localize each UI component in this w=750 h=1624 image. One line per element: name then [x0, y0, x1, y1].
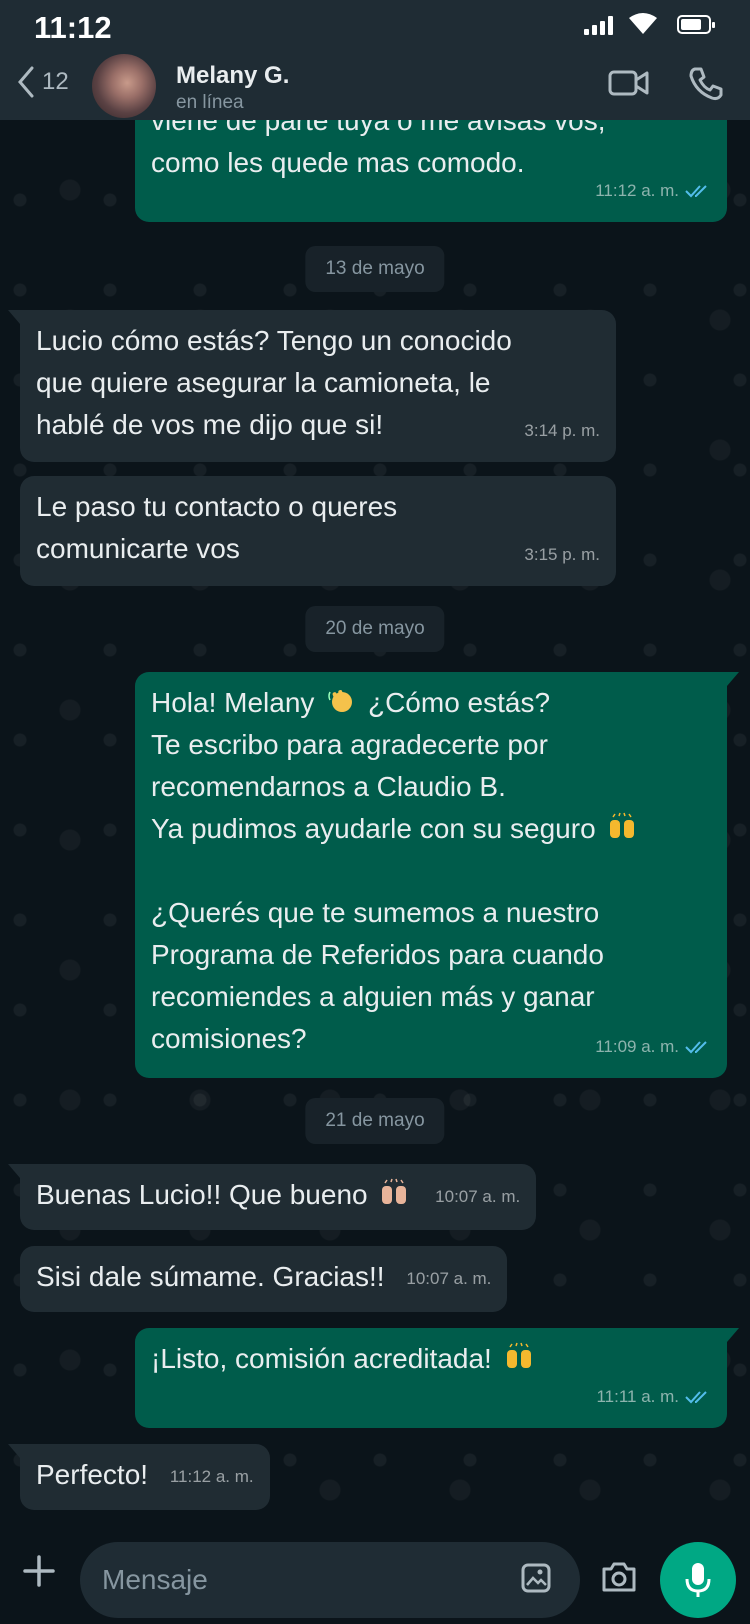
date-separator: 21 de mayo	[305, 1098, 445, 1144]
mic-icon	[685, 1563, 711, 1597]
message-text: Ya pudimos ayudarle con su seguro	[151, 813, 596, 844]
status-time: 11:12	[34, 10, 112, 45]
back-button[interactable]: 12	[14, 64, 69, 100]
message-meta: 10:07 a. m.	[406, 1258, 491, 1300]
message-meta: 11:12 a. m.	[595, 170, 711, 212]
message-text: comunicarte vos	[36, 533, 240, 564]
message-outgoing[interactable]: Hola! Melany ¿Cómo estás? Te escribo par…	[135, 672, 739, 1078]
back-chevron-icon	[18, 66, 34, 98]
message-meta: 11:09 a. m.	[595, 1026, 711, 1068]
raising-hands-emoji	[610, 812, 635, 838]
message-meta: 11:12 a. m.	[170, 1456, 254, 1498]
message-text: que quiere asegurar la camioneta, le	[36, 367, 491, 398]
message-text: Buenas Lucio!! Que bueno	[36, 1179, 368, 1210]
double-check-icon	[685, 185, 707, 198]
message-meta: 3:15 p. m.	[524, 534, 600, 576]
message-text: Te escribo para agradecerte por	[151, 729, 548, 760]
message-text: hablé de vos me dijo que si!	[36, 409, 384, 440]
message-text: recomendarnos a Claudio B.	[151, 771, 506, 802]
wifi-icon	[629, 13, 657, 34]
avatar[interactable]	[92, 54, 156, 118]
message-time: 10:07 a. m.	[435, 1186, 521, 1206]
message-text: Programa de Referidos para cuando	[151, 939, 604, 970]
raising-hands-emoji	[382, 1178, 407, 1204]
message-time: 11:12 a. m.	[595, 181, 679, 200]
signal-icon	[584, 15, 614, 35]
message-text: ¿Cómo estás?	[367, 687, 551, 718]
message-text: Lucio cómo estás? Tengo un conocido	[36, 325, 512, 356]
message-incoming[interactable]: Buenas Lucio!! Que bueno 10:07 a. m.	[7, 1164, 537, 1230]
message-text: ¡Listo, comisión acreditada!	[151, 1343, 492, 1374]
message-time: 11:11 a. m.	[596, 1387, 679, 1406]
message-meta: 3:14 p. m.	[524, 410, 600, 452]
mic-button[interactable]	[660, 1542, 736, 1618]
chat-area[interactable]: viene de parte tuya o me avisas vos, com…	[0, 0, 750, 1624]
message-time: 10:07 a. m.	[406, 1268, 492, 1288]
message-outgoing[interactable]: ¡Listo, comisión acreditada! 11:11 a. m.	[135, 1328, 739, 1428]
message-time: 3:14 p. m.	[524, 421, 600, 440]
message-text: Perfecto!	[36, 1459, 149, 1490]
message-incoming[interactable]: Perfecto! 11:12 a. m.	[8, 1444, 270, 1510]
phone-icon[interactable]	[688, 66, 724, 102]
chat-header: 12 Melany G. en línea	[0, 54, 750, 120]
battery-icon	[677, 15, 715, 34]
date-separator: 20 de mayo	[305, 606, 445, 652]
message-text: recomiendes a alguien más y ganar	[151, 981, 595, 1012]
double-check-icon	[685, 1391, 707, 1404]
status-bar: 11:12	[0, 0, 750, 54]
message-incoming[interactable]: Le paso tu contacto o queres comunicarte…	[20, 476, 616, 586]
message-time: 11:09 a. m.	[595, 1037, 679, 1056]
unread-count: 12	[42, 68, 69, 95]
plus-icon[interactable]	[22, 1554, 56, 1588]
message-text: Le paso tu contacto o queres	[36, 491, 398, 522]
waving-hand-emoji	[328, 690, 353, 712]
double-check-icon	[685, 1041, 707, 1054]
sticker-icon[interactable]	[520, 1562, 552, 1594]
video-call-icon[interactable]	[608, 68, 650, 98]
camera-icon[interactable]	[600, 1560, 638, 1594]
message-time: 3:15 p. m.	[524, 545, 600, 564]
message-text: ¿Querés que te sumemos a nuestro	[151, 897, 600, 928]
message-incoming[interactable]: Lucio cómo estás? Tengo un conocido que …	[8, 310, 616, 462]
message-meta: 10:07 a. m.	[435, 1176, 520, 1218]
raising-hands-emoji	[506, 1342, 531, 1368]
contact-name[interactable]: Melany G.	[176, 62, 289, 90]
message-text: Sisi dale súmame. Gracias!!	[36, 1261, 385, 1292]
message-incoming[interactable]: Sisi dale súmame. Gracias!! 10:07 a. m.	[20, 1246, 508, 1312]
composer-bar	[0, 1536, 750, 1624]
message-text: Hola! Melany	[151, 687, 315, 718]
message-time: 11:12 a. m.	[169, 1466, 254, 1486]
message-meta: 11:11 a. m.	[596, 1376, 711, 1418]
date-separator: 13 de mayo	[305, 246, 445, 292]
contact-status: en línea	[176, 92, 244, 113]
message-input[interactable]	[80, 1542, 580, 1618]
